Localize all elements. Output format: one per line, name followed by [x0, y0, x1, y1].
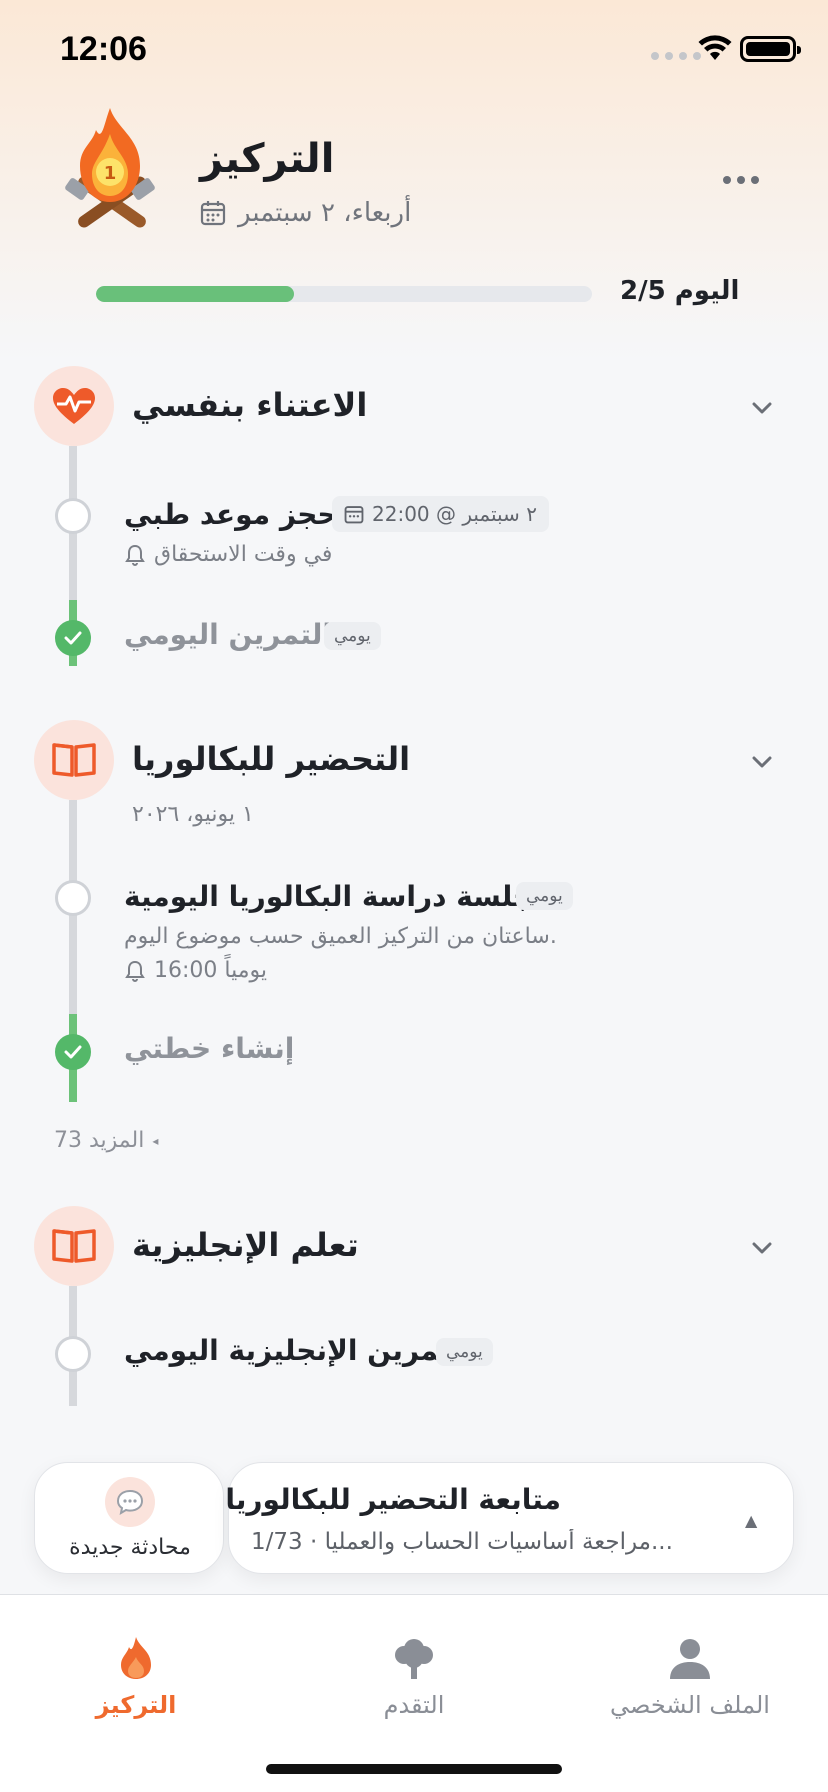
date-row: أربعاء، ٢ سبتمبر	[200, 198, 411, 228]
heart-pulse-icon	[53, 388, 95, 424]
person-icon	[670, 1639, 710, 1679]
task-checkbox[interactable]	[55, 1336, 91, 1372]
chat-bubble-icon	[105, 1477, 155, 1527]
show-more-link[interactable]: 73 المزيد ◂	[54, 1128, 158, 1153]
recurrence-badge: يومي	[436, 1338, 493, 1366]
recurrence-badge: يومي	[324, 622, 381, 650]
checkmark-icon	[64, 631, 82, 645]
task-reminder: في وقت الاستحقاق	[124, 542, 332, 567]
flame-icon	[121, 1637, 151, 1679]
status-time: 12:06	[60, 30, 147, 68]
daily-progress-fill	[96, 286, 295, 302]
tab-bar: الملف الشخصي التقدم التركيز	[0, 1594, 828, 1792]
tab-profile[interactable]: الملف الشخصي	[610, 1595, 770, 1725]
status-bar: 12:06	[0, 0, 828, 100]
tab-focus[interactable]: التركيز	[56, 1595, 216, 1725]
task-checkbox-checked[interactable]	[55, 1034, 91, 1070]
campfire-streak-icon: 1	[65, 108, 155, 228]
due-date-chip: ٢ سبتمبر @ 22:00	[332, 496, 549, 532]
section-title-english[interactable]: تعلم الإنجليزية	[132, 1226, 359, 1264]
section-title-bac[interactable]: التحضير للبكالوريا	[132, 740, 410, 778]
calendar-icon	[344, 506, 364, 524]
section-icon-self-care	[34, 366, 114, 446]
bell-icon	[125, 960, 145, 982]
book-icon	[52, 1229, 96, 1263]
checkmark-icon	[64, 1045, 82, 1059]
chevron-down-icon[interactable]	[748, 394, 776, 422]
section-title-self-care[interactable]: الاعتناء بنفسي	[132, 386, 367, 424]
svg-text:1: 1	[104, 163, 117, 184]
task-checkbox[interactable]	[55, 498, 91, 534]
book-icon	[52, 743, 96, 777]
continue-plan-title: متابعة التحضير للبكالوريا	[225, 1483, 561, 1516]
task-checkbox-checked[interactable]	[55, 620, 91, 656]
section-icon-english	[34, 1206, 114, 1286]
task-description: ساعتان من التركيز العميق حسب موضوع اليوم…	[124, 924, 557, 949]
bell-icon	[125, 544, 145, 566]
tree-icon	[395, 1639, 433, 1679]
current-date: أربعاء، ٢ سبتمبر	[238, 198, 412, 228]
chevron-down-icon[interactable]	[748, 1234, 776, 1262]
tab-progress[interactable]: التقدم	[334, 1595, 494, 1725]
new-chat-button[interactable]: محادثة جديدة	[34, 1462, 224, 1574]
task-title[interactable]: تمرين الإنجليزية اليومي	[124, 1334, 450, 1367]
focus-header: 1 التركيز أربعاء، ٢ سبتمبر 2/5 اليوم	[0, 100, 828, 320]
wifi-icon	[698, 35, 732, 60]
home-indicator	[266, 1764, 562, 1774]
recurrence-badge: يومي	[516, 882, 573, 910]
task-reminder: يومياً 16:00	[124, 958, 267, 983]
more-options-button[interactable]	[714, 160, 768, 200]
section-deadline: ١ يونيو، ٢٠٢٦	[132, 802, 254, 827]
continue-plan-card[interactable]: متابعة التحضير للبكالوريا 1/73 · مراجعة …	[225, 1462, 794, 1574]
calendar-icon	[200, 201, 226, 226]
task-title[interactable]: جلسة دراسة البكالوريا اليومية	[124, 880, 533, 913]
new-chat-label: محادثة جديدة	[69, 1535, 191, 1560]
task-title[interactable]: حجز موعد طبي	[124, 498, 338, 531]
section-icon-bac	[34, 720, 114, 800]
caret-left-icon: ◂	[152, 1133, 159, 1148]
task-title[interactable]: إنشاء خطتي	[124, 1032, 294, 1065]
daily-progress-bar	[96, 286, 592, 302]
battery-icon	[740, 36, 801, 62]
page-title: التركيز	[200, 136, 335, 182]
continue-plan-subtitle: 1/73 · مراجعة أساسيات الحساب والعمليا...	[251, 1529, 673, 1555]
task-title[interactable]: التمرين اليومي	[124, 618, 332, 651]
caret-up-icon[interactable]: ▲	[745, 1511, 757, 1530]
daily-progress-label: 2/5 اليوم	[620, 276, 740, 306]
task-checkbox[interactable]	[55, 880, 91, 916]
cellular-signal-icon	[651, 52, 701, 60]
chevron-down-icon[interactable]	[748, 748, 776, 776]
